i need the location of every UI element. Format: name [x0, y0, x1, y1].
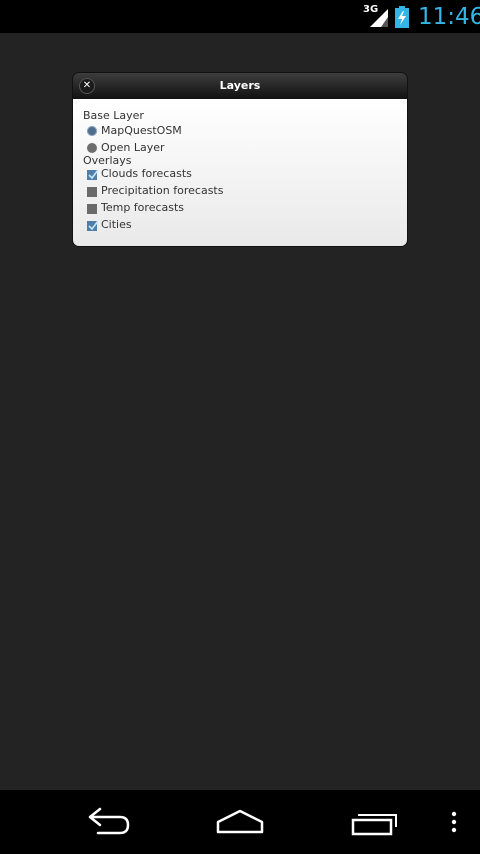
navigation-bar [0, 790, 480, 854]
checkbox-checked-icon[interactable] [87, 169, 99, 180]
option-label: Open Layer [101, 141, 165, 154]
option-label: Cities [101, 218, 132, 231]
menu-icon[interactable] [446, 790, 462, 854]
dialog-title: Layers [219, 79, 261, 92]
recent-apps-icon[interactable] [348, 790, 400, 854]
dialog-header: ✕ Layers [73, 73, 407, 99]
dialog-body: Base Layer MapQuestOSM Open Layer Overla… [73, 99, 407, 246]
checkbox-checked-icon[interactable] [87, 220, 99, 231]
option-label: Temp forecasts [101, 201, 185, 214]
checkbox-unchecked-icon[interactable] [87, 204, 97, 214]
overlays-label: Overlays [83, 154, 132, 167]
status-time: 11:46 [418, 4, 480, 30]
option-label: Precipitation forecasts [101, 184, 224, 197]
back-icon[interactable] [80, 790, 134, 854]
layers-dialog: ✕ Layers Base Layer MapQuestOSM Open Lay… [73, 73, 407, 246]
signal-icon [370, 9, 388, 27]
option-label: MapQuestOSM [101, 124, 182, 137]
checkbox-unchecked-icon[interactable] [87, 187, 97, 197]
radio-unselected-icon[interactable] [87, 143, 97, 153]
status-bar: 3G 11:46 [0, 0, 480, 33]
battery-charging-icon [395, 6, 409, 28]
radio-selected-icon[interactable] [87, 126, 97, 136]
option-label: Clouds forecasts [101, 167, 192, 180]
home-icon[interactable] [212, 790, 268, 854]
base-layer-label: Base Layer [83, 109, 144, 122]
